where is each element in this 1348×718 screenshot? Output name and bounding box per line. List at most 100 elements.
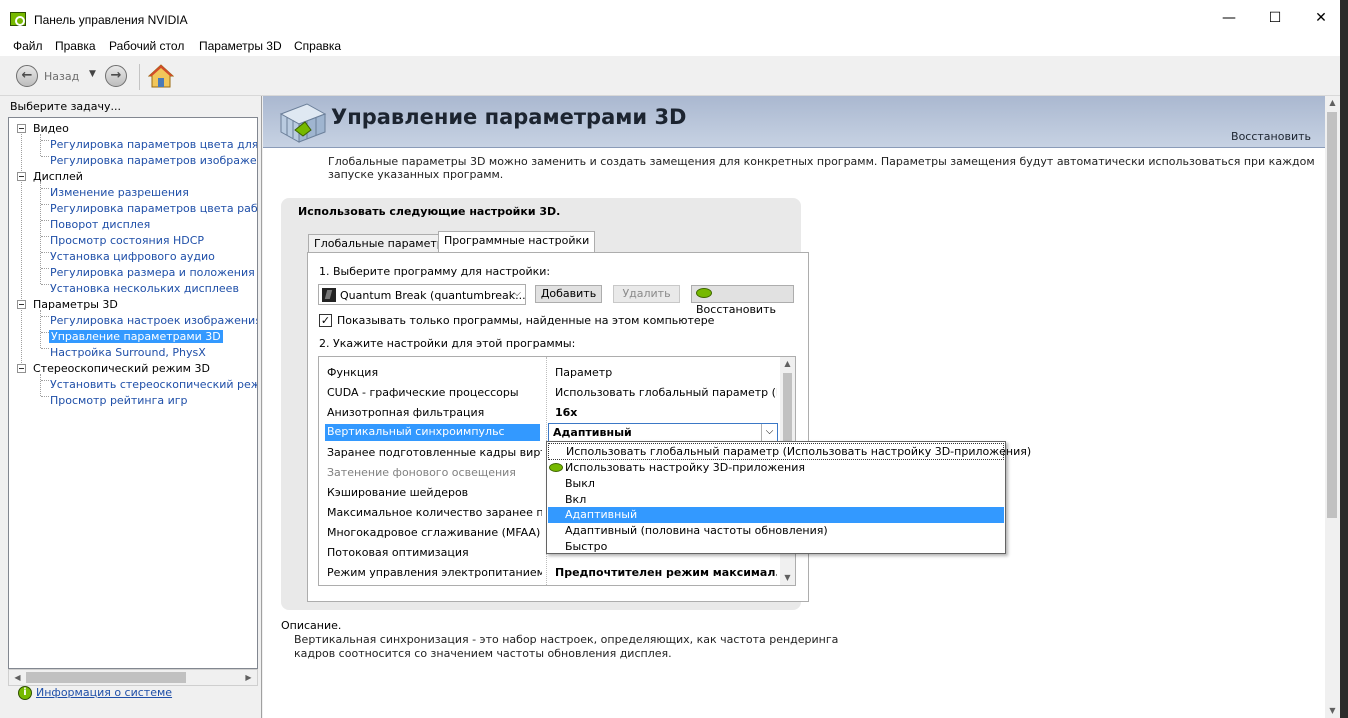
row-parameter: Предпочтителен режим максимал... <box>555 566 777 579</box>
tree-line <box>21 129 22 369</box>
show-only-found-label: Показывать только программы, найденные н… <box>337 314 715 327</box>
home-icon[interactable] <box>148 63 174 89</box>
tree-horizontal-scrollbar[interactable]: ◀ ▶ <box>8 669 258 686</box>
scroll-up-icon[interactable]: ▲ <box>780 357 795 371</box>
tree-line <box>40 134 41 156</box>
close-button[interactable]: ✕ <box>1298 0 1344 36</box>
tree-line <box>41 332 49 333</box>
tree-item[interactable]: Установка цифрового аудио <box>50 250 215 263</box>
nvidia-app-icon <box>10 12 26 26</box>
collapse-icon[interactable] <box>17 124 26 133</box>
table-row[interactable]: CUDA - графические процессоры Использова… <box>319 383 779 403</box>
dropdown-option[interactable]: Вкл <box>548 492 1004 508</box>
menu-file[interactable]: Файл <box>13 39 43 53</box>
dropdown-option[interactable]: Быстро <box>548 539 1004 555</box>
tree-item[interactable]: Поворот дисплея <box>50 218 150 231</box>
dropdown-option-highlighted[interactable]: Адаптивный <box>548 507 1004 523</box>
scroll-thumb[interactable] <box>783 373 792 443</box>
3d-cube-icon <box>279 103 327 143</box>
tree-category-3d[interactable]: Параметры 3D <box>33 298 118 311</box>
tree-item[interactable]: Регулировка параметров цвета рабочег <box>50 202 257 215</box>
tree-category-display[interactable]: Дисплей <box>33 170 83 183</box>
collapse-icon[interactable] <box>17 300 26 309</box>
minimize-button[interactable]: — <box>1206 0 1252 36</box>
scroll-down-icon[interactable]: ▼ <box>1325 704 1340 718</box>
tree-category-stereo[interactable]: Стереоскопический режим 3D <box>33 362 210 375</box>
tree-item[interactable]: Регулировка настроек изображения с пр <box>50 314 257 327</box>
tree-line <box>41 316 49 317</box>
tree-item-manage-3d-selected[interactable]: Управление параметрами 3D <box>49 330 223 343</box>
content-vertical-scrollbar[interactable]: ▲ ▼ <box>1325 96 1340 718</box>
tree-item[interactable]: Просмотр состояния HDCP <box>50 234 204 247</box>
maximize-button[interactable]: ☐ <box>1252 0 1298 36</box>
toolbar: ← Назад ▼ → <box>0 56 1340 96</box>
info-icon: i <box>18 686 32 700</box>
tree-item[interactable]: Регулировка параметров изображения д <box>50 154 257 167</box>
row-function: CUDA - графические процессоры <box>327 386 519 399</box>
game-icon <box>322 288 336 302</box>
tab-program-settings[interactable]: Программные настройки <box>438 231 596 253</box>
history-dropdown-icon[interactable]: ▼ <box>89 69 96 79</box>
tree-item[interactable]: Настройка Surround, PhysX <box>50 346 206 359</box>
tree-line <box>41 188 49 189</box>
scroll-down-icon[interactable]: ▼ <box>780 571 795 585</box>
tree-item[interactable]: Просмотр рейтинга игр <box>50 394 188 407</box>
forward-button[interactable]: → <box>105 65 127 87</box>
tree-item[interactable]: Установка нескольких дисплеев <box>50 282 239 295</box>
page-title: Управление параметрами 3D <box>331 105 687 129</box>
task-pane-title: Выберите задачу... <box>10 100 122 113</box>
tree-item[interactable]: Установить стереоскопический режим 3 <box>50 378 257 391</box>
collapse-icon[interactable] <box>17 172 26 181</box>
scroll-up-icon[interactable]: ▲ <box>1325 96 1340 110</box>
tab-global-settings[interactable]: Глобальные параметры <box>308 234 459 253</box>
row-function: Заранее подготовленные кадры вирту... <box>327 446 542 459</box>
table-row-selected[interactable]: Вертикальный синхроимпульс Адаптивный ⌵ <box>319 423 779 443</box>
dropdown-option[interactable]: Использовать настройку 3D-приложения <box>548 460 1004 476</box>
row-function: Многокадровое сглаживание (MFAA) <box>327 526 541 539</box>
add-program-button[interactable]: Добавить <box>535 285 602 303</box>
back-label[interactable]: Назад <box>44 70 79 83</box>
description-text: Вертикальная синхронизация - это набор н… <box>294 633 839 660</box>
system-info-link[interactable]: Информация о системе <box>36 686 172 699</box>
program-select-value: Quantum Break (quantumbreak... <box>340 289 526 302</box>
dropdown-option[interactable]: Выкл <box>548 476 1004 492</box>
scroll-right-icon[interactable]: ▶ <box>241 671 256 684</box>
scroll-thumb[interactable] <box>1327 112 1337 518</box>
tree-item[interactable]: Изменение разрешения <box>50 186 189 199</box>
back-button[interactable]: ← <box>16 65 38 87</box>
chevron-down-icon[interactable]: ⌵ <box>761 424 777 441</box>
task-tree: Видео Регулировка параметров цвета для в… <box>8 117 258 669</box>
scroll-thumb[interactable] <box>26 672 186 683</box>
menu-desktop[interactable]: Рабочий стол <box>109 39 184 53</box>
menu-bar: Файл Правка Рабочий стол Параметры 3D Сп… <box>0 36 1340 56</box>
dropdown-option[interactable]: Адаптивный (половина частоты обновления) <box>548 523 1004 539</box>
table-row[interactable]: Анизотропная фильтрация 16x <box>319 403 779 423</box>
tree-line <box>41 396 49 397</box>
page-header-banner: Управление параметрами 3D Восстановить <box>263 96 1325 148</box>
restore-defaults-link[interactable]: Восстановить <box>1231 130 1311 143</box>
restore-program-button[interactable]: Восстановить <box>691 285 794 316</box>
desktop-background <box>1340 0 1348 718</box>
menu-3d-settings[interactable]: Параметры 3D <box>199 39 282 53</box>
tree-item[interactable]: Регулировка параметров цвета для вид <box>50 138 257 151</box>
menu-edit[interactable]: Правка <box>55 39 96 53</box>
content-pane: Управление параметрами 3D Восстановить ▲… <box>263 96 1340 718</box>
tree-item[interactable]: Регулировка размера и положения рабо <box>50 266 257 279</box>
row-function: Вертикальный синхроимпульс <box>325 424 540 441</box>
vsync-select-value: Адаптивный <box>553 426 632 439</box>
dropdown-option[interactable]: Использовать глобальный параметр (Исполь… <box>548 443 1031 460</box>
table-row[interactable]: Режим управления электропитанием Предпоч… <box>319 563 779 583</box>
tree-line <box>40 374 41 396</box>
scroll-left-icon[interactable]: ◀ <box>10 671 25 684</box>
show-only-found-checkbox[interactable]: ✓ <box>319 314 332 327</box>
nvidia-logo-icon <box>696 288 712 298</box>
remove-program-button[interactable]: Удалить <box>613 285 680 303</box>
window-title: Панель управления NVIDIA <box>34 13 188 27</box>
collapse-icon[interactable] <box>17 364 26 373</box>
menu-help[interactable]: Справка <box>294 39 341 53</box>
chevron-down-icon: ⌵ <box>513 288 521 299</box>
tree-category-video[interactable]: Видео <box>33 122 69 135</box>
vsync-select[interactable]: Адаптивный ⌵ <box>548 423 778 442</box>
program-select[interactable]: Quantum Break (quantumbreak... ⌵ <box>318 284 526 305</box>
tree-line <box>41 204 49 205</box>
